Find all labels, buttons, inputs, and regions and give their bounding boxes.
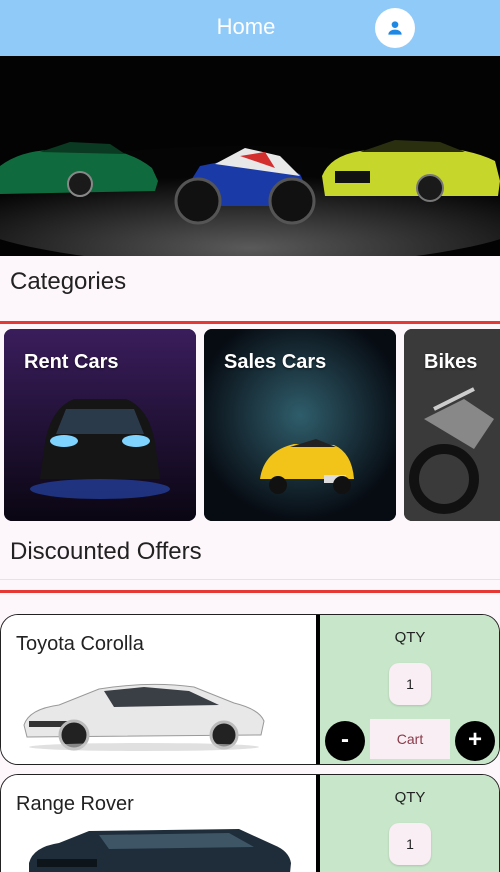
page-title: Home (216, 14, 276, 39)
person-icon (388, 21, 402, 35)
quantity-field[interactable]: 1 (389, 663, 431, 705)
categories-divider (0, 321, 500, 324)
offer-card-toyota-corolla[interactable]: Toyota Corolla QTY 1 - Cart + (0, 614, 500, 765)
categories-list[interactable]: Rent Cars Sales Cars Bikes (0, 329, 500, 521)
qty-label: QTY (394, 629, 426, 646)
increase-qty-button[interactable]: + (455, 721, 495, 761)
quantity-panel: QTY 1 (320, 775, 499, 872)
quantity-field[interactable]: 1 (389, 823, 431, 865)
category-card-rent-cars[interactable]: Rent Cars (4, 329, 196, 521)
offer-info: Toyota Corolla (1, 615, 316, 764)
offers-divider (0, 590, 500, 593)
profile-button[interactable] (375, 8, 415, 48)
offers-divider-light (0, 579, 500, 580)
category-card-sales-cars[interactable]: Sales Cars (204, 329, 396, 521)
qty-label: QTY (394, 789, 426, 806)
app-bar: Home (0, 0, 500, 56)
category-card-bikes[interactable]: Bikes (404, 329, 500, 521)
quantity-panel: QTY 1 - Cart + (320, 615, 499, 764)
offer-name: Toyota Corolla (16, 633, 144, 655)
offer-card-range-rover[interactable]: Range Rover QTY 1 (0, 774, 500, 872)
discounted-offers-heading: Discounted Offers (10, 538, 202, 565)
add-to-cart-button[interactable]: Cart (370, 719, 450, 759)
toyota-corolla-image (23, 683, 265, 751)
decrease-qty-button[interactable]: - (325, 721, 365, 761)
hero-banner (0, 56, 500, 256)
offer-name: Range Rover (16, 793, 134, 815)
categories-heading: Categories (10, 268, 127, 295)
category-label: Rent Cars (24, 351, 119, 373)
category-label: Bikes (424, 351, 478, 373)
hero-vehicles-image (0, 56, 500, 256)
range-rover-image (29, 829, 291, 872)
offer-info: Range Rover (1, 775, 316, 872)
category-label: Sales Cars (224, 351, 327, 373)
